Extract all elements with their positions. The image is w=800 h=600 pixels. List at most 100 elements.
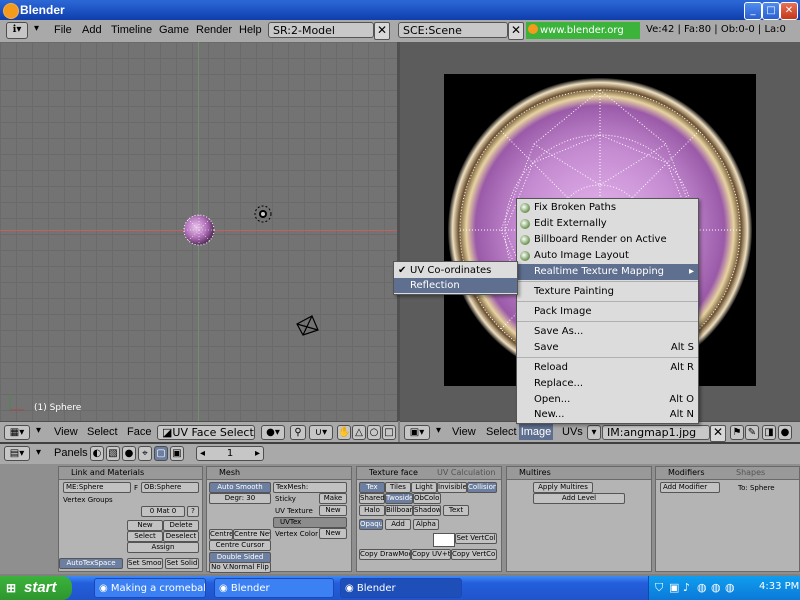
centre-new-button[interactable]: Centre New [233, 529, 271, 540]
new-button[interactable]: New [127, 520, 163, 531]
script-context-icon[interactable]: ▧ [106, 446, 120, 461]
tray-app-icon[interactable]: ◍ [697, 581, 707, 594]
add-blend-toggle[interactable]: Add [385, 519, 411, 530]
select-button[interactable]: Select [127, 531, 163, 542]
object-name-field[interactable]: OB:Sphere [141, 482, 199, 493]
delete-scene-button[interactable]: ✕ [508, 22, 524, 40]
submenu-item-reflection[interactable]: Reflection [394, 278, 517, 293]
translate-manipulator-icon[interactable]: △ [352, 425, 366, 440]
shared-toggle[interactable]: Shared [359, 493, 385, 504]
menu-add[interactable]: Add [82, 24, 102, 36]
copy-vertcol-button[interactable]: Copy VertCol [451, 549, 497, 560]
collapse-menu-icon[interactable]: ▾ [34, 23, 39, 34]
menu-item-save[interactable]: Save Alt S [517, 340, 698, 356]
pivot-icon[interactable]: ⚲ [290, 425, 306, 440]
auto-tex-space-toggle[interactable]: AutoTexSpace [59, 558, 123, 569]
assign-button[interactable]: Assign [127, 542, 199, 553]
tiles-toggle[interactable]: Tiles [385, 482, 411, 493]
volume-icon[interactable]: ♪ [683, 581, 690, 594]
menu-item-reload[interactable]: Reload Alt R [517, 360, 698, 376]
blender-url-badge[interactable]: www.blender.org 242.4 [526, 22, 640, 53]
rotate-manipulator-icon[interactable]: ○ [367, 425, 381, 440]
menu-item-billboard-render[interactable]: Billboard Render on Active [517, 232, 698, 248]
screen-browse-field[interactable]: SR:2-Model [268, 22, 374, 38]
editor-type-button[interactable]: ▦▾ [4, 425, 30, 440]
menu-item-realtime-texture-mapping[interactable]: Realtime Texture Mapping ▸ [517, 264, 698, 280]
scene-context-icon[interactable]: ▣ [170, 446, 184, 461]
panel-tab[interactable]: Modifiers Shapes [656, 467, 799, 480]
menu-item-pack-image[interactable]: Pack Image [517, 304, 698, 320]
twoside-toggle[interactable]: Twoside [385, 493, 413, 504]
shadow-toggle[interactable]: Shadow [413, 505, 441, 516]
editor-type-button[interactable]: ▣▾ [404, 425, 430, 440]
panel-tab[interactable]: Multires [507, 467, 651, 480]
menu-item-fix-broken-paths[interactable]: Fix Broken Paths [517, 200, 698, 216]
fake-user-label[interactable]: F [134, 484, 138, 492]
panel-tab[interactable]: Link and Materials [59, 467, 202, 480]
scale-manipulator-icon[interactable]: □ [382, 425, 396, 440]
add-level-button[interactable]: Add Level [533, 493, 625, 504]
tex-toggle[interactable]: Tex [359, 482, 385, 493]
menu-select[interactable]: Select [87, 426, 118, 438]
copy-uv-tex-button[interactable]: Copy UV+tex [411, 549, 451, 560]
menu-render[interactable]: Render [196, 24, 232, 36]
menu-face[interactable]: Face [127, 426, 151, 438]
mode-select-dropdown[interactable]: ◪UV Face Select [157, 425, 255, 440]
menu-view[interactable]: View [452, 426, 476, 438]
image-browse-icon[interactable]: ▾ [587, 425, 601, 440]
editing-context-icon[interactable]: ▢ [154, 446, 168, 461]
scene-browse-field[interactable]: SCE:Scene [398, 22, 508, 38]
menu-item-save-as[interactable]: Save As... [517, 324, 698, 340]
draw-type-dropdown[interactable]: ●▾ [261, 425, 285, 440]
window-type-menu[interactable]: ℹ▾ [6, 22, 28, 39]
hand-icon[interactable]: ✋ [337, 425, 351, 440]
collapse-menu-icon[interactable]: ▾ [436, 425, 441, 436]
start-button[interactable]: ⊞ start [0, 576, 72, 600]
menu-game[interactable]: Game [159, 24, 189, 36]
new-uv-texture-button[interactable]: New [319, 505, 347, 516]
delete-button[interactable]: Delete [163, 520, 199, 531]
submenu-item-uv-coordinates[interactable]: ✔ UV Co-ordinates [394, 263, 517, 278]
unlink-image-button[interactable]: ✕ [710, 425, 726, 442]
texmesh-field[interactable]: TexMesh: [273, 482, 347, 493]
shapes-tab[interactable]: Shapes [736, 467, 765, 479]
minimize-button[interactable]: _ [744, 2, 762, 20]
obcolor-toggle[interactable]: ObColor [413, 493, 441, 504]
snap-icon[interactable]: ∪▾ [309, 425, 333, 440]
uv-calculation-tab[interactable]: UV Calculation [437, 467, 496, 479]
collision-toggle[interactable]: Collision [467, 482, 497, 493]
logic-context-icon[interactable]: ◐ [90, 446, 104, 461]
delete-screen-button[interactable]: ✕ [374, 22, 390, 40]
menu-item-new[interactable]: New... Alt N [517, 407, 698, 423]
copy-drawmode-button[interactable]: Copy DrawMode [359, 549, 411, 560]
sync-icon[interactable]: ● [778, 425, 792, 440]
close-window-button[interactable]: ✕ [780, 2, 798, 20]
deselect-button[interactable]: Deselect [163, 531, 199, 542]
set-solid-button[interactable]: Set Solid [165, 558, 199, 569]
security-icon[interactable]: ⛉ [655, 581, 663, 595]
billboard-toggle[interactable]: Billboard [385, 505, 413, 516]
menu-item-auto-image-layout[interactable]: Auto Image Layout [517, 248, 698, 264]
pin-icon[interactable]: ⚑ [730, 425, 744, 440]
collapse-menu-icon[interactable]: ▾ [36, 447, 41, 458]
panel-tab[interactable]: Mesh [207, 467, 351, 480]
make-sticky-button[interactable]: Make [319, 493, 347, 504]
apply-multires-button[interactable]: Apply Multires [533, 482, 593, 493]
light-toggle[interactable]: Light [411, 482, 437, 493]
new-vertex-color-button[interactable]: New [319, 528, 347, 539]
invisible-toggle[interactable]: Invisible [437, 482, 467, 493]
menu-help[interactable]: Help [239, 24, 262, 36]
clock[interactable]: 4:33 PM [759, 581, 799, 592]
menu-file[interactable]: File [54, 24, 72, 36]
taskbar-item-browser[interactable]: ◉ Making a cromeball in ... [94, 578, 206, 598]
add-modifier-dropdown[interactable]: Add Modifier [660, 482, 720, 493]
menu-select[interactable]: Select [486, 426, 517, 438]
image-name-field[interactable]: IM:angmap1.jpg [602, 425, 710, 440]
material-index-field[interactable]: 0 Mat 0 [141, 506, 185, 517]
no-vnormal-flip-toggle[interactable]: No V.Normal Flip [209, 562, 271, 573]
object-context-icon[interactable]: ⌖ [138, 446, 152, 461]
alpha-blend-toggle[interactable]: Alpha [413, 519, 439, 530]
menu-item-replace[interactable]: Replace... [517, 376, 698, 392]
menu-uvs[interactable]: UVs [562, 426, 583, 438]
menu-item-texture-painting[interactable]: Texture Painting [517, 284, 698, 300]
